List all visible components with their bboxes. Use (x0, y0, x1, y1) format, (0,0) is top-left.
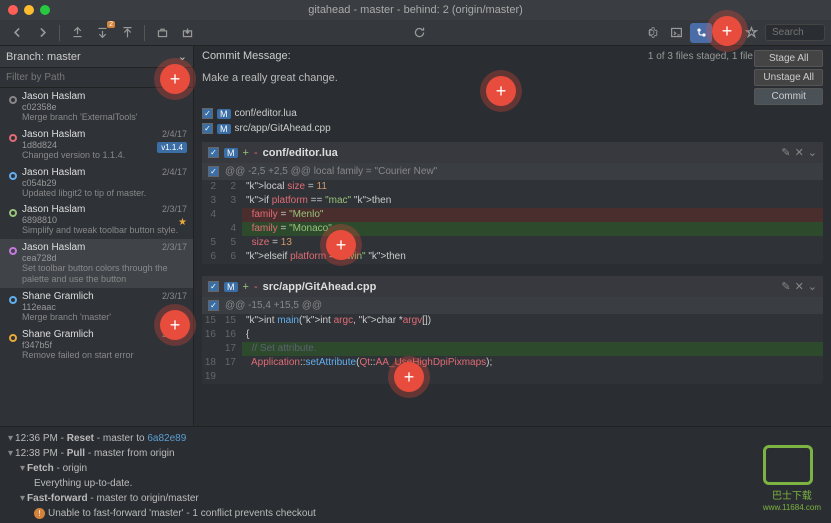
commit-link[interactable]: 6a82e89 (147, 433, 186, 444)
commit-item[interactable]: Jason Haslam1d8d824Changed version to 1.… (0, 126, 193, 164)
branch-selector[interactable]: Branch: master ⌄ (0, 46, 193, 68)
diff-block: ✓ M +- conf/editor.lua ✎✕⌄ ✓@@ -2,5 +2,5… (202, 142, 823, 264)
commit-list: Jason Haslamc02358eMerge branch 'Externa… (0, 88, 193, 426)
warning-icon: ! (34, 508, 45, 519)
unstage-all-button[interactable]: Unstage All (754, 69, 823, 86)
diff-view-icon[interactable] (690, 23, 712, 43)
edit-icon[interactable]: ✎ (781, 146, 790, 159)
settings-gear-icon[interactable] (640, 23, 662, 43)
window-controls (8, 5, 50, 15)
code-line: 1616{ (202, 328, 823, 342)
code-line: 66"k">elseif platform == "win" "k">then (202, 250, 823, 264)
minimize-window[interactable] (24, 5, 34, 15)
pop-stash-button[interactable] (176, 23, 198, 43)
close-window[interactable] (8, 5, 18, 15)
callout-marker: + (712, 16, 742, 46)
hunk-header: ✓@@ -15,4 +15,5 @@ (202, 297, 823, 314)
chevron-down-icon[interactable]: ⌄ (808, 146, 817, 159)
code-line: 1817 Application::setAttribute(Qt::AA_Us… (202, 356, 823, 370)
stage-checkbox[interactable]: ✓ (208, 281, 219, 292)
back-button[interactable] (6, 23, 28, 43)
close-icon[interactable]: ✕ (795, 280, 804, 293)
code-line: 33"k">if platform == "mac" "k">then (202, 194, 823, 208)
diff-file-path: src/app/GitAhead.cpp (263, 281, 377, 293)
terminal-icon[interactable] (665, 23, 687, 43)
activity-log: ▾12:36 PM - Reset - master to 6a82e89 ▾1… (0, 426, 831, 523)
search-input[interactable] (765, 24, 825, 41)
refresh-button[interactable] (408, 23, 430, 43)
callout-marker: + (160, 310, 190, 340)
star-icon[interactable] (740, 23, 762, 43)
commit-message-label: Commit Message: (202, 50, 291, 62)
code-line: 22"k">local size = 11 (202, 180, 823, 194)
callout-marker: + (160, 64, 190, 94)
window-title: gitahead - master - behind: 2 (origin/ma… (308, 4, 523, 16)
fetch-button[interactable] (66, 23, 88, 43)
commit-item[interactable]: Jason Haslamc054b29Updated libgit2 to ti… (0, 164, 193, 202)
pull-button[interactable]: 2 (91, 23, 113, 43)
callout-marker: + (326, 230, 356, 260)
edit-icon[interactable]: ✎ (781, 280, 790, 293)
diff-file-header[interactable]: ✓ M +- conf/editor.lua ✎✕⌄ (202, 142, 823, 163)
commit-header: Commit Message: 1 of 3 files staged, 1 f… (194, 46, 831, 66)
code-line: 4 family = "Monaco" (202, 222, 823, 236)
close-icon[interactable]: ✕ (795, 146, 804, 159)
forward-button[interactable] (31, 23, 53, 43)
diff-file-header[interactable]: ✓ M +- src/app/GitAhead.cpp ✎✕⌄ (202, 276, 823, 297)
commit-item[interactable]: Jason Haslam6898810Simplify and tweak to… (0, 201, 193, 239)
stash-button[interactable] (151, 23, 173, 43)
staged-file[interactable]: ✓Msrc/app/GitAhead.cpp (202, 121, 823, 136)
maximize-window[interactable] (40, 5, 50, 15)
chevron-down-icon: ⌄ (178, 50, 187, 63)
code-line: 19 (202, 370, 823, 384)
main-content: Commit Message: 1 of 3 files staged, 1 f… (194, 46, 831, 426)
commit-button[interactable]: Commit (754, 88, 823, 105)
stage-all-button[interactable]: Stage All (754, 50, 823, 67)
stage-checkbox[interactable]: ✓ (208, 147, 219, 158)
sidebar: Branch: master ⌄ Filter by Path⌄ Jason H… (0, 46, 194, 426)
watermark: 巴士下载www.11684.com (763, 445, 821, 513)
push-button[interactable] (116, 23, 138, 43)
callout-marker: + (394, 362, 424, 392)
code-line: 4 family = "Menlo" (202, 208, 823, 222)
staged-files: ✓Mconf/editor.lua ✓Msrc/app/GitAhead.cpp (194, 106, 831, 136)
code-line: 17 // Set attribute. (202, 342, 823, 356)
code-line: 55 size = 13 (202, 236, 823, 250)
hunk-header: ✓@@ -2,5 +2,5 @@ local family = "Courier… (202, 163, 823, 180)
titlebar: gitahead - master - behind: 2 (origin/ma… (0, 0, 831, 20)
code-line: 1515"k">int main("k">int argc, "k">char … (202, 314, 823, 328)
diff-file-path: conf/editor.lua (263, 147, 338, 159)
toolbar: 2 (0, 20, 831, 46)
diff-block: ✓ M +- src/app/GitAhead.cpp ✎✕⌄ ✓@@ -15,… (202, 276, 823, 384)
staged-file[interactable]: ✓Mconf/editor.lua (202, 106, 823, 121)
chevron-down-icon[interactable]: ⌄ (808, 280, 817, 293)
commit-item[interactable]: Jason Haslamcea728dSet toolbar button co… (0, 239, 193, 288)
callout-marker: + (486, 76, 516, 106)
commit-item[interactable]: Jason Haslamc02358eMerge branch 'Externa… (0, 88, 193, 126)
